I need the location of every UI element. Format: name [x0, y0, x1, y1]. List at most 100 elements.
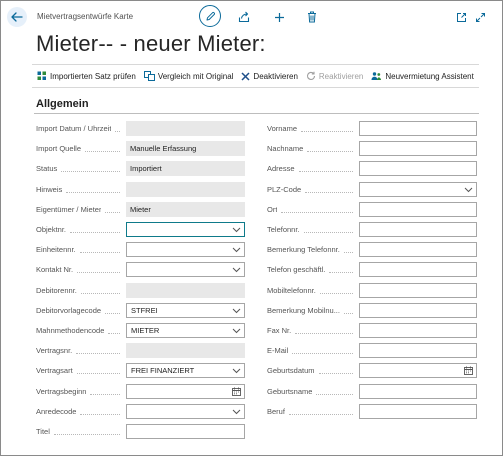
action-importierten-satz-pruefen[interactable]: Importierten Satz prüfen	[37, 71, 136, 81]
label-objektnr: Objektnr.	[36, 225, 67, 234]
page-type-caption: Mietvertragsentwürfe Karte	[37, 12, 134, 21]
geburtsdatum-date-field[interactable]	[359, 363, 477, 379]
import-quelle-value: Manuelle Erfassung	[130, 144, 197, 154]
titel-field[interactable]	[126, 424, 245, 439]
nachname-field[interactable]	[359, 141, 477, 157]
section-title-allgemein[interactable]: Allgemein	[36, 98, 89, 110]
label-leader-dots	[85, 151, 120, 153]
expand-button[interactable]	[473, 10, 487, 24]
label-import-datum-uhrzeit: Import Datum / Uhrzeit	[36, 124, 112, 133]
anredecode-select[interactable]	[126, 403, 245, 419]
chevron-down-icon	[464, 187, 473, 192]
open-new-window-button[interactable]	[454, 10, 468, 24]
vertragsnr-field	[126, 343, 245, 359]
action-label: Deaktivieren	[253, 71, 298, 81]
label-e-mail: E-Mail	[267, 346, 289, 356]
vertragsbeginn-date-field[interactable]	[126, 383, 245, 399]
card-page: Mietvertragsentwürfe Karte Mieter-- - ne…	[0, 0, 503, 456]
telefon-geschaeftl-field[interactable]	[359, 262, 477, 278]
label-mahnmethodencode: Mahnmethodencode	[36, 326, 105, 335]
label-einheitennr: Einheitennr.	[36, 245, 76, 255]
label-leader-dots	[304, 232, 353, 233]
label-adresse: Adresse	[267, 164, 295, 174]
action-neuvermietung-assistent[interactable]: Neuvermietung Assistent	[371, 71, 474, 81]
delete-button[interactable]	[305, 10, 319, 24]
label-ort: Ort	[267, 204, 278, 214]
label-leader-dots	[307, 151, 353, 153]
label-leader-dots	[292, 353, 353, 355]
action-bar-top-divider	[32, 64, 479, 65]
action-bar-bottom-divider	[32, 87, 479, 88]
bemerkung-telefonnr-field[interactable]	[359, 242, 477, 258]
mobiltelefonnr-field[interactable]	[359, 282, 477, 298]
label-leader-dots	[281, 211, 353, 213]
label-leader-dots	[76, 353, 120, 355]
vorname-field[interactable]	[359, 121, 477, 136]
import-datum-uhrzeit-field	[126, 121, 245, 136]
action-label: Importierten Satz prüfen	[50, 71, 136, 81]
beruf-field[interactable]	[359, 403, 477, 419]
eigentuemer-mieter-value: Mieter	[130, 204, 151, 214]
chevron-down-icon	[232, 247, 241, 253]
label-leader-dots	[316, 393, 353, 395]
label-vorname: Vorname	[267, 124, 298, 133]
calendar-icon	[232, 387, 241, 396]
action-bar: Importierten Satz prüfen Vergleich mit O…	[37, 70, 482, 82]
vertragsart-select[interactable]: FREI FINANZIERT	[126, 363, 245, 379]
action-label: Vergleich mit Original	[157, 71, 234, 81]
label-debitorvorlagecode: Debitorvorlagecode	[36, 305, 102, 315]
share-button[interactable]	[237, 10, 251, 24]
label-plz-code: PLZ-Code	[267, 184, 302, 194]
expand-icon	[475, 12, 485, 22]
page-title: Mieter-- - neuer Mieter:	[36, 31, 266, 56]
action-reaktivieren[interactable]: Reaktivieren	[306, 71, 363, 81]
geburtsname-field[interactable]	[359, 383, 477, 399]
action-deaktivieren[interactable]: Deaktivieren	[241, 71, 298, 81]
label-titel: Titel	[36, 427, 50, 436]
label-leader-dots	[61, 171, 120, 173]
edit-button[interactable]	[199, 5, 221, 27]
new-button[interactable]	[272, 10, 286, 24]
label-vertragsart: Vertragsart	[36, 366, 73, 376]
action-vergleich-mit-original[interactable]: Vergleich mit Original	[143, 71, 234, 81]
label-geburtsname: Geburtsname	[267, 386, 313, 396]
x-icon	[241, 71, 250, 81]
label-leader-dots	[105, 312, 120, 314]
label-leader-dots	[289, 413, 353, 415]
debitorvorlagecode-value: STFREI	[131, 305, 158, 315]
label-fax-nr: Fax Nr.	[267, 326, 292, 335]
bemerkung-mobilnu-field[interactable]	[359, 302, 477, 318]
action-label: Neuvermietung Assistent	[385, 71, 474, 81]
eigentuemer-mieter-field: Mieter	[126, 201, 245, 217]
e-mail-field[interactable]	[359, 343, 477, 359]
label-leader-dots	[81, 292, 120, 294]
objektnr-select[interactable]	[126, 222, 245, 237]
label-debitorennr: Debitorennr.	[36, 285, 77, 295]
chevron-down-icon	[232, 369, 241, 374]
label-leader-dots	[108, 333, 120, 334]
label-hinweis: Hinweis	[36, 184, 63, 194]
label-vertragsbeginn: Vertragsbeginn	[36, 386, 87, 396]
chevron-down-icon	[232, 409, 241, 415]
label-leader-dots	[90, 393, 120, 395]
calendar-icon	[464, 366, 473, 376]
debitorvorlagecode-select[interactable]: STFREI	[126, 302, 245, 318]
label-telefon-geschaeftl: Telefon geschäftl.	[267, 265, 326, 275]
back-button[interactable]	[7, 7, 27, 27]
status-value: Importiert	[130, 164, 162, 174]
adresse-field[interactable]	[359, 161, 477, 177]
label-leader-dots	[320, 292, 353, 294]
fax-nr-field[interactable]	[359, 323, 477, 338]
einheitennr-select[interactable]	[126, 242, 245, 258]
mahnmethodencode-select[interactable]: MIETER	[126, 323, 245, 338]
label-leader-dots	[301, 131, 353, 132]
arrow-left-icon	[11, 12, 23, 22]
label-leader-dots	[344, 252, 353, 254]
plz-code-select[interactable]	[359, 181, 477, 197]
label-mobiltelefonnr: Mobiltelefonnr.	[267, 285, 316, 295]
kontakt-nr-select[interactable]	[126, 262, 245, 278]
import-check-icon	[37, 71, 46, 80]
popout-icon	[456, 12, 466, 22]
ort-field[interactable]	[359, 201, 477, 217]
telefonnr-field[interactable]	[359, 222, 477, 237]
